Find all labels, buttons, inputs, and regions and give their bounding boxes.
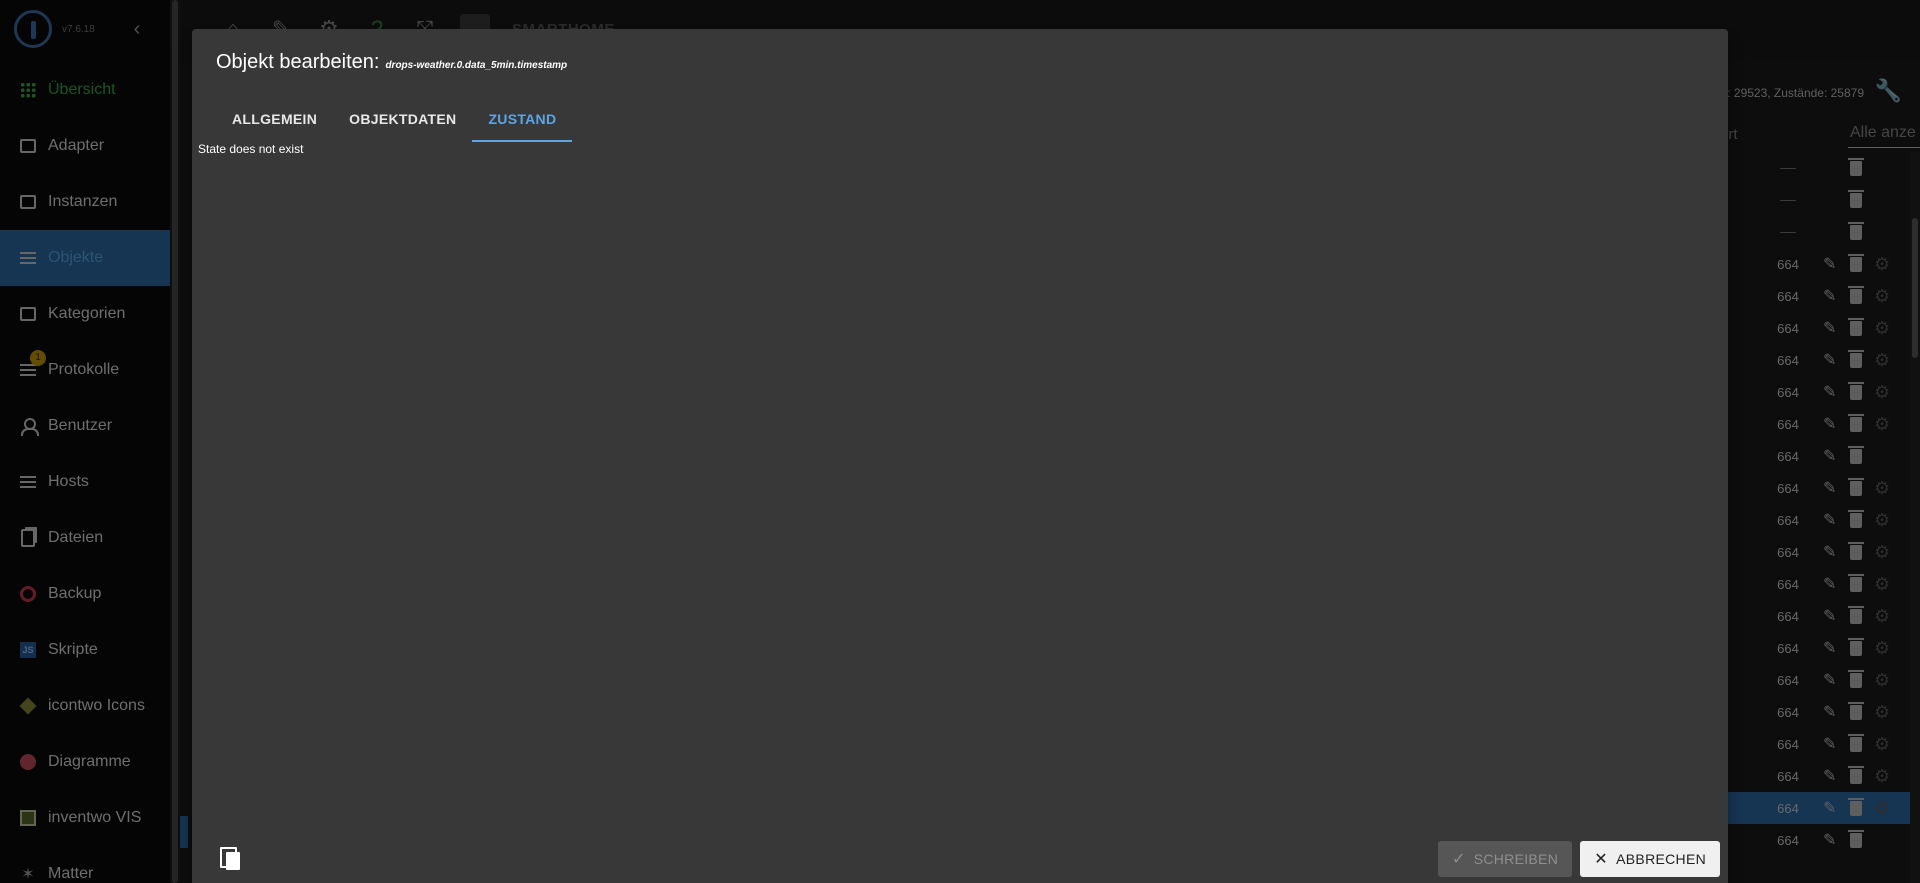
cancel-button[interactable]: ✕ ABBRECHEN bbox=[1580, 841, 1720, 877]
write-button[interactable]: ✓ SCHREIBEN bbox=[1438, 841, 1572, 877]
copy-icon[interactable] bbox=[220, 847, 242, 871]
tab-objektdaten[interactable]: OBJEKTDATEN bbox=[333, 105, 472, 142]
tab-allgemein[interactable]: ALLGEMEIN bbox=[216, 105, 333, 142]
state-message: State does not exist bbox=[198, 142, 304, 156]
dialog-object-id: drops-weather.0.data_5min.timestamp bbox=[385, 60, 568, 71]
dialog-title-text: Objekt bearbeiten: bbox=[216, 51, 380, 73]
app: v7.6.18 ‹ Übersicht Adapter Instanzen Ob… bbox=[0, 0, 1920, 883]
close-icon: ✕ bbox=[1594, 851, 1608, 868]
edit-object-dialog: Objekt bearbeiten: drops-weather.0.data_… bbox=[192, 29, 1728, 883]
dialog-title: Objekt bearbeiten: drops-weather.0.data_… bbox=[216, 51, 567, 74]
tab-zustand[interactable]: ZUSTAND bbox=[472, 105, 573, 142]
dialog-tabs: ALLGEMEIN OBJEKTDATEN ZUSTAND bbox=[216, 105, 573, 142]
cancel-button-label: ABBRECHEN bbox=[1616, 851, 1706, 867]
write-button-label: SCHREIBEN bbox=[1473, 851, 1559, 867]
check-icon: ✓ bbox=[1452, 851, 1466, 868]
